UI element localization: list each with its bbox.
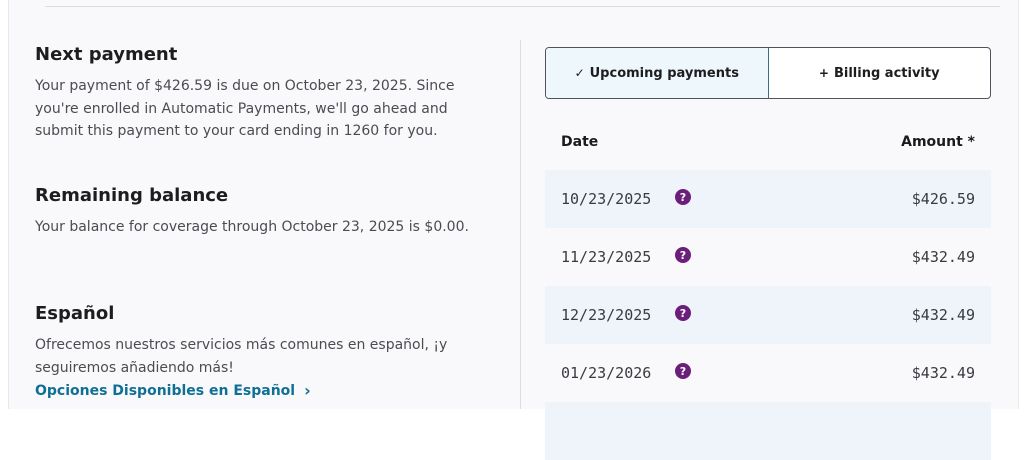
payment-date: 11/23/2025 <box>561 248 652 266</box>
table-row: 11/23/2025 ? $432.49 <box>545 228 991 286</box>
payments-table-body: 10/23/2025 ? $426.59 11/23/2025 ? $432.4… <box>545 170 991 460</box>
tab-billing-activity-label: Billing activity <box>833 65 940 81</box>
espanol-section: Español Ofrecemos nuestros servicios más… <box>35 302 480 399</box>
payment-amount: $426.59 <box>911 190 975 208</box>
tab-upcoming-payments[interactable]: ✓ Upcoming payments <box>546 48 769 98</box>
payments-table-header: Date Amount * <box>545 128 991 158</box>
remaining-balance-title: Remaining balance <box>35 185 229 206</box>
payment-amount: $432.49 <box>911 364 975 382</box>
question-icon[interactable]: ? <box>675 189 691 205</box>
next-payment-text: Your payment of $426.59 is due on Octobe… <box>35 78 455 139</box>
column-header-date: Date <box>561 134 599 150</box>
espanol-text: Ofrecemos nuestros servicios más comunes… <box>35 337 448 376</box>
remaining-balance-section: Remaining balance Your balance for cover… <box>35 184 480 239</box>
column-header-amount: Amount * <box>901 134 975 150</box>
check-icon: ✓ <box>574 66 585 80</box>
spanish-options-link[interactable]: Opciones Disponibles en Español › <box>35 381 311 400</box>
payments-tab-bar: ✓ Upcoming payments + Billing activity <box>545 47 991 99</box>
plus-icon: + <box>818 66 829 80</box>
table-row <box>545 402 991 460</box>
tab-billing-activity[interactable]: + Billing activity <box>769 48 991 98</box>
remaining-balance-text: Your balance for coverage through Octobe… <box>35 219 469 235</box>
table-row: 12/23/2025 ? $432.49 <box>545 286 991 344</box>
question-icon[interactable]: ? <box>675 363 691 379</box>
payment-amount: $432.49 <box>911 306 975 324</box>
question-icon[interactable]: ? <box>675 305 691 321</box>
column-divider <box>520 40 521 409</box>
payment-date: 12/23/2025 <box>561 306 652 324</box>
table-row: 01/23/2026 ? $432.49 <box>545 344 991 402</box>
payment-amount: $432.49 <box>911 248 975 266</box>
chevron-right-icon: › <box>304 381 311 400</box>
espanol-title: Español <box>35 303 115 324</box>
spanish-options-link-label: Opciones Disponibles en Español <box>35 383 296 399</box>
top-divider <box>45 6 1000 7</box>
payment-date: 10/23/2025 <box>561 190 652 208</box>
next-payment-title: Next payment <box>35 44 178 65</box>
tab-upcoming-payments-label: Upcoming payments <box>589 65 739 81</box>
question-icon[interactable]: ? <box>675 247 691 263</box>
next-payment-section: Next payment Your payment of $426.59 is … <box>35 43 480 143</box>
payment-date: 01/23/2026 <box>561 364 652 382</box>
table-row: 10/23/2025 ? $426.59 <box>545 170 991 228</box>
